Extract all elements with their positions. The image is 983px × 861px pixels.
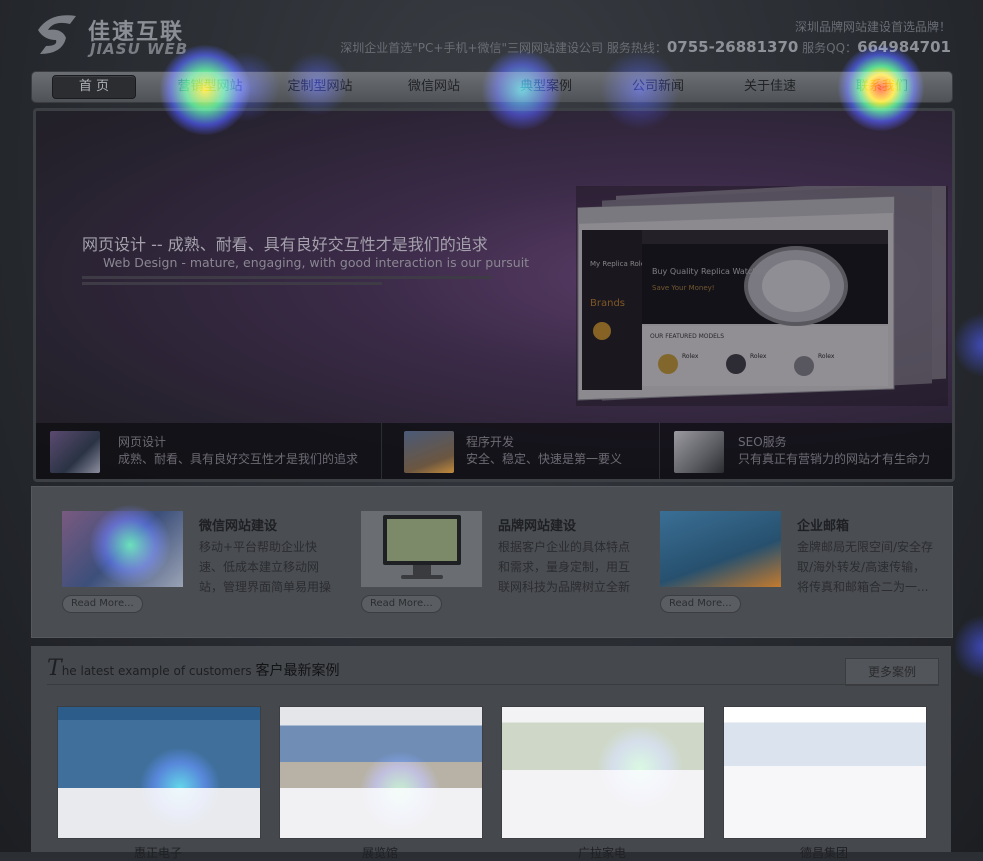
- main-nav: 首 页 营销型网站 定制型网站 微信网站 典型案例 公司新闻 关于佳速 联系我们: [31, 71, 953, 103]
- cases-heading-en: he latest example of customers: [61, 664, 252, 678]
- header-intro: 深圳企业首选"PC+手机+微信"三网网站建设公司 服务热线：: [340, 41, 667, 55]
- feature-thumb-development: [404, 431, 454, 473]
- service-wechat-site: 微信网站建设 移动+平台帮助企业快速、低成本建立移动网站，管理界面简单易用操 R…: [62, 511, 352, 621]
- read-more-button[interactable]: Read More...: [361, 595, 442, 613]
- nav-item-wechat-site[interactable]: 微信网站: [384, 72, 484, 102]
- service-desc: 根据客户企业的具体特点和需求，量身定制，用互联网科技为品牌树立全新: [498, 540, 631, 594]
- cases-heading-initial: T: [47, 656, 62, 681]
- nav-item-news[interactable]: 公司新闻: [608, 72, 708, 102]
- service-title[interactable]: 企业邮箱: [797, 515, 849, 534]
- heat-spot: [955, 310, 983, 380]
- case-screenshot: [724, 707, 926, 838]
- header-qq-label: 服务QQ：: [802, 41, 858, 55]
- feature-development[interactable]: 程序开发 安全、稳定、快速是第一要义: [381, 423, 660, 479]
- header-qq: 664984701: [857, 38, 951, 56]
- feature-seo[interactable]: SEO服务 只有真正有营销力的网站才有生命力: [659, 423, 952, 479]
- service-desc: 移动+平台帮助企业快速、低成本建立移动网站，管理界面简单易用操: [199, 540, 332, 594]
- feature-desc: 成熟、耐看、具有良好交互性才是我们的追求: [118, 452, 359, 466]
- feature-desc: 安全、稳定、快速是第一要义: [466, 452, 623, 466]
- service-desc: 金牌邮局无限空间/安全存取/海外转发/高速传输，将传真和邮箱合二为一...: [797, 540, 934, 594]
- case-card[interactable]: [723, 706, 927, 839]
- case-name[interactable]: 展览馆: [279, 844, 481, 861]
- case-screenshot: [58, 707, 260, 838]
- cases-divider: [47, 684, 939, 685]
- read-more-button[interactable]: Read More...: [62, 595, 143, 613]
- header-tagline: 深圳品牌网站建设首选品牌！: [794, 20, 951, 34]
- hero-banner[interactable]: 网页设计 -- 成熟、耐看、具有良好交互性才是我们的追求 Web Design …: [33, 108, 955, 482]
- service-brand-site: 品牌网站建设 根据客户企业的具体特点和需求，量身定制，用互联网科技为品牌树立全新…: [361, 511, 651, 621]
- case-name[interactable]: 德昌集团: [723, 844, 925, 861]
- feature-thumb-seo: [674, 431, 724, 473]
- more-cases-button[interactable]: 更多案例: [845, 658, 939, 686]
- heat-spot: [955, 612, 983, 682]
- cases-heading: The latest example of customers 客户最新案例: [47, 656, 339, 681]
- case-screenshot: [280, 707, 482, 838]
- nav-item-about[interactable]: 关于佳速: [720, 72, 820, 102]
- feature-web-design[interactable]: 网页设计 成熟、耐看、具有良好交互性才是我们的追求: [36, 423, 381, 479]
- services-section: 微信网站建设 移动+平台帮助企业快速、低成本建立移动网站，管理界面简单易用操 R…: [31, 486, 953, 638]
- nav-item-contact[interactable]: 联系我们: [832, 72, 932, 102]
- banner-fine-print: [82, 273, 502, 289]
- nav-item-cases[interactable]: 典型案例: [496, 72, 596, 102]
- case-screenshot: [502, 707, 704, 838]
- page: 佳速互联 JIASU WEB 深圳品牌网站建设首选品牌！ 深圳企业首选"PC+手…: [0, 0, 983, 860]
- nav-item-custom-site[interactable]: 定制型网站: [270, 72, 370, 102]
- header-phone: 0755-26881370: [666, 38, 799, 56]
- service-title[interactable]: 微信网站建设: [199, 515, 277, 534]
- case-name[interactable]: 广拉家电: [501, 844, 703, 861]
- feature-thumb-web-design: [50, 431, 100, 473]
- service-enterprise-email: 企业邮箱 金牌邮局无限空间/安全存取/海外转发/高速传输，将传真和邮箱合二为一.…: [660, 511, 950, 621]
- website-mockup-image: My Replica Rolex Brands Buy Quality Repl…: [576, 186, 948, 406]
- case-card[interactable]: [279, 706, 483, 839]
- logo-name-en: JIASU WEB: [90, 40, 189, 58]
- feature-title: SEO服务: [738, 435, 787, 449]
- service-image[interactable]: [660, 511, 781, 587]
- case-card[interactable]: [57, 706, 261, 839]
- header-contact: 深圳品牌网站建设首选品牌！ 深圳企业首选"PC+手机+微信"三网网站建设公司 服…: [340, 18, 951, 57]
- cases-heading-cn: 客户最新案例: [255, 663, 340, 679]
- case-card[interactable]: [501, 706, 705, 839]
- site-logo[interactable]: 佳速互联 JIASU WEB: [32, 10, 202, 62]
- feature-title: 程序开发: [466, 435, 515, 449]
- feature-desc: 只有真正有营销力的网站才有生命力: [738, 452, 931, 466]
- service-image[interactable]: [361, 511, 482, 587]
- feature-title: 网页设计: [118, 435, 167, 449]
- service-image[interactable]: [62, 511, 183, 587]
- banner-subline: Web Design - mature, engaging, with good…: [103, 255, 530, 270]
- logo-mark-icon: [38, 15, 76, 54]
- service-title[interactable]: 品牌网站建设: [498, 515, 576, 534]
- banner-feature-bar: 网页设计 成熟、耐看、具有良好交互性才是我们的追求 程序开发 安全、稳定、快速是…: [36, 423, 952, 479]
- monitor-icon: [383, 515, 461, 579]
- read-more-button[interactable]: Read More...: [660, 595, 741, 613]
- nav-item-marketing-site[interactable]: 营销型网站: [160, 72, 260, 102]
- nav-item-home[interactable]: 首 页: [52, 75, 136, 99]
- latest-cases-section: The latest example of customers 客户最新案例 更…: [31, 646, 951, 860]
- banner-headline: 网页设计 -- 成熟、耐看、具有良好交互性才是我们的追求: [82, 235, 488, 254]
- case-name[interactable]: 惠正电子: [57, 844, 259, 861]
